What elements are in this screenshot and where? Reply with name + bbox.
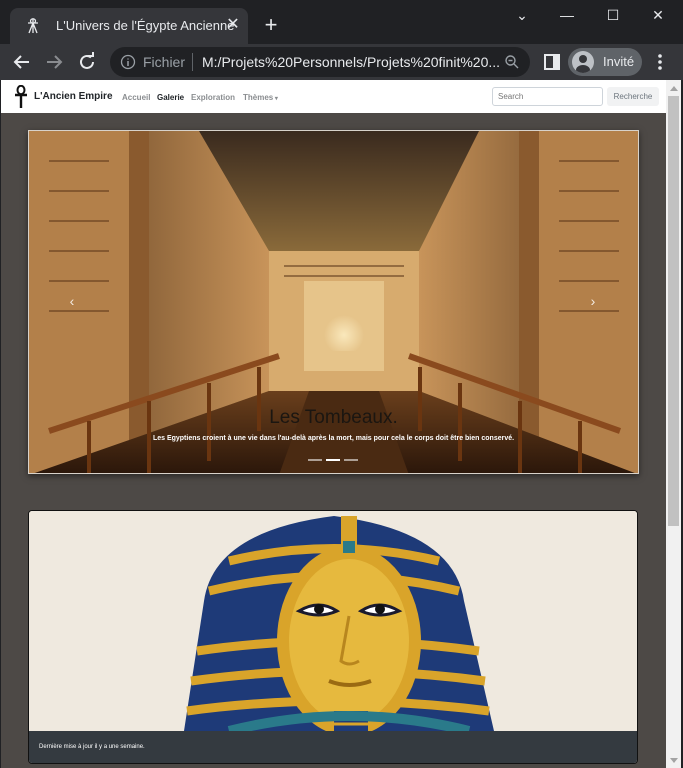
- carousel-indicator-2[interactable]: [326, 459, 340, 461]
- scroll-thumb[interactable]: [668, 96, 679, 526]
- page-viewport: L'Ancien Empire Accueil Galerie Explorat…: [1, 80, 681, 768]
- carousel-next-icon[interactable]: ›: [586, 291, 600, 311]
- browser-tabstrip: L'Univers de l'Égypte Ancienne ✕ + ⌄ — ☐…: [0, 0, 683, 44]
- nav-link-themes[interactable]: Thèmes ▾: [243, 93, 278, 102]
- scroll-down-arrow-icon[interactable]: [670, 758, 678, 763]
- caret-down-icon: ▾: [273, 96, 278, 102]
- search-button[interactable]: Recherche: [607, 87, 659, 106]
- card-footer: Dernière mise à jour il y a une semaine.: [29, 731, 637, 763]
- forward-icon[interactable]: [42, 50, 66, 74]
- profile-label: Invité: [603, 54, 635, 69]
- reload-icon[interactable]: [75, 50, 99, 74]
- site-navbar: L'Ancien Empire Accueil Galerie Explorat…: [1, 80, 666, 113]
- close-tab-icon[interactable]: ✕: [224, 16, 242, 34]
- side-panel-icon[interactable]: [540, 50, 564, 74]
- chevron-down-icon[interactable]: ⌄: [507, 4, 537, 26]
- address-bar[interactable]: Fichier M:/Projets%20Personnels/Projets%…: [110, 47, 530, 77]
- carousel-caption-text: Les Egyptiens croient à une vie dans l'a…: [152, 435, 515, 442]
- search-input[interactable]: [492, 87, 603, 106]
- info-icon[interactable]: [120, 54, 136, 70]
- globe-icon: [28, 18, 38, 34]
- gallery-card: Dernière mise à jour il y a une semaine.: [28, 510, 638, 764]
- carousel-indicator-3[interactable]: [344, 459, 358, 461]
- ankh-icon[interactable]: [13, 85, 29, 109]
- new-tab-icon[interactable]: +: [259, 14, 283, 38]
- back-icon[interactable]: [10, 50, 34, 74]
- menu-kebab-icon[interactable]: [648, 50, 672, 74]
- image-carousel[interactable]: ‹ › Les Tombeaux. Les Egyptiens croient …: [28, 130, 639, 474]
- profile-button[interactable]: Invité: [568, 48, 642, 76]
- card-footer-text: Dernière mise à jour il y a une semaine.: [39, 744, 145, 750]
- minimize-icon[interactable]: —: [552, 4, 582, 26]
- scroll-up-arrow-icon[interactable]: [670, 86, 678, 91]
- carousel-caption-title: Les Tombeaux.: [269, 407, 398, 428]
- nav-link-accueil[interactable]: Accueil: [122, 93, 150, 102]
- pharaoh-mask-image: [29, 511, 637, 731]
- carousel-prev-icon[interactable]: ‹: [65, 291, 79, 311]
- nav-link-exploration[interactable]: Exploration: [191, 93, 235, 102]
- page-scrollbar[interactable]: [666, 80, 681, 768]
- tab-title: L'Univers de l'Égypte Ancienne: [56, 18, 235, 33]
- zoom-icon[interactable]: [504, 54, 520, 70]
- avatar-icon: [572, 51, 594, 73]
- browser-tab[interactable]: L'Univers de l'Égypte Ancienne ✕: [10, 8, 248, 44]
- carousel-indicators: [308, 459, 368, 463]
- nav-link-themes-label: Thèmes: [243, 93, 274, 102]
- brand-name[interactable]: L'Ancien Empire: [34, 91, 113, 102]
- address-scheme: Fichier: [143, 54, 186, 70]
- window-close-icon[interactable]: ✕: [643, 4, 673, 26]
- carousel-indicator-1[interactable]: [308, 459, 322, 461]
- maximize-icon[interactable]: ☐: [598, 4, 628, 26]
- browser-toolbar: Fichier M:/Projets%20Personnels/Projets%…: [0, 44, 683, 80]
- address-url[interactable]: M:/Projets%20Personnels/Projets%20finit%…: [202, 54, 502, 70]
- nav-link-galerie[interactable]: Galerie: [157, 93, 184, 102]
- address-divider: [192, 53, 193, 71]
